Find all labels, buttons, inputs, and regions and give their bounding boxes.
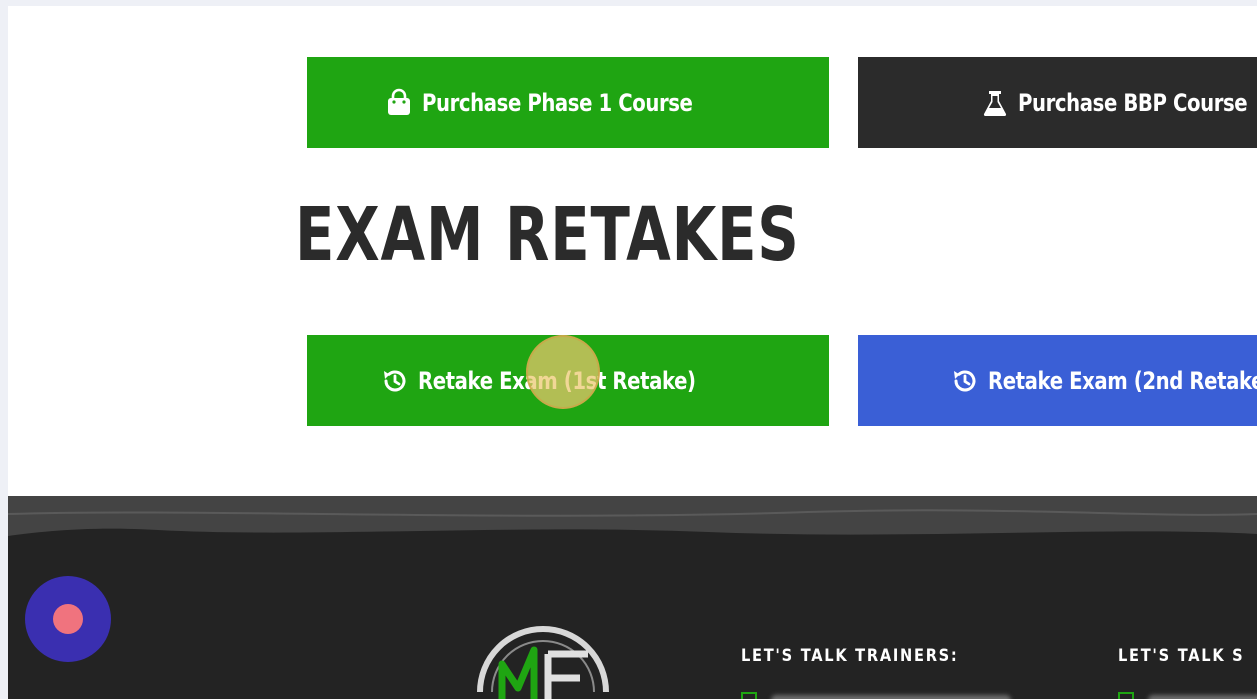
footer-trainers-heading: LET'S TALK TRAINERS:	[741, 646, 959, 666]
retake-exam-2nd-button[interactable]: Retake Exam (2nd Retake)	[858, 335, 1257, 426]
retake-exam-1st-button[interactable]: Retake Exam (1st Retake)	[307, 335, 829, 426]
retake-exam-2nd-label: Retake Exam (2nd Retake)	[988, 366, 1257, 395]
flask-icon	[980, 88, 1010, 118]
shopping-bag-icon	[384, 88, 414, 118]
footer-wave-decoration	[8, 496, 1257, 536]
purchase-bbp-course-label: Purchase BBP Course	[1018, 88, 1248, 117]
footer-second-heading: LET'S TALK S	[1118, 646, 1245, 666]
purchase-bbp-course-button[interactable]: Purchase BBP Course	[858, 57, 1257, 148]
site-footer	[8, 496, 1257, 699]
footer-contact-trainers[interactable]	[741, 692, 1011, 699]
purchase-phase1-course-label: Purchase Phase 1 Course	[422, 88, 693, 117]
page-content: Purchase Phase 1 Course Purchase BBP Cou…	[8, 6, 1257, 699]
checkbox-icon	[1118, 692, 1134, 699]
blurred-email	[771, 695, 1011, 699]
chat-dot-icon	[53, 604, 83, 634]
chat-widget-button[interactable]	[25, 576, 111, 662]
history-icon	[950, 366, 980, 396]
retake-exam-1st-label: Retake Exam (1st Retake)	[417, 366, 696, 395]
history-icon	[380, 366, 410, 396]
exam-retakes-heading: EXAM RETAKES	[295, 192, 800, 278]
purchase-phase1-course-button[interactable]: Purchase Phase 1 Course	[307, 57, 829, 148]
blurred-email	[1148, 695, 1257, 699]
footer-contact-second[interactable]	[1118, 692, 1257, 699]
checkbox-icon	[741, 692, 757, 699]
brand-logo	[477, 626, 609, 699]
